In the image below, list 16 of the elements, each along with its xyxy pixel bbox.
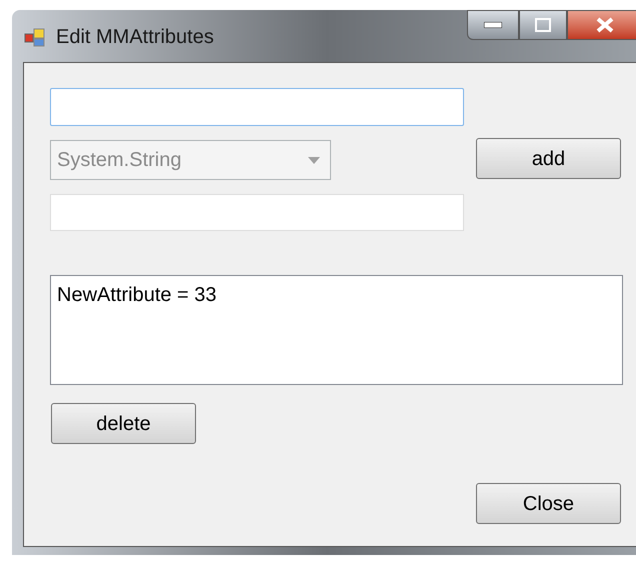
close-button[interactable]: Close (476, 483, 621, 524)
name-input-field[interactable] (50, 88, 464, 126)
delete-button[interactable]: delete (51, 403, 196, 444)
close-window-button[interactable] (567, 10, 636, 40)
list-item[interactable]: NewAttribute = 33 (51, 280, 223, 310)
app-icon (24, 26, 46, 48)
maximize-icon (535, 18, 551, 32)
value-input-field[interactable] (50, 194, 464, 231)
window-title: Edit MMAttributes (56, 25, 214, 50)
minimize-button[interactable] (467, 10, 519, 40)
close-icon (596, 17, 614, 33)
add-button[interactable]: add (476, 138, 621, 179)
maximize-button[interactable] (519, 10, 567, 40)
minimize-icon (484, 22, 502, 28)
dropdown-arrow-icon (308, 156, 320, 164)
attributes-listbox[interactable]: NewAttribute = 33 (50, 275, 623, 385)
